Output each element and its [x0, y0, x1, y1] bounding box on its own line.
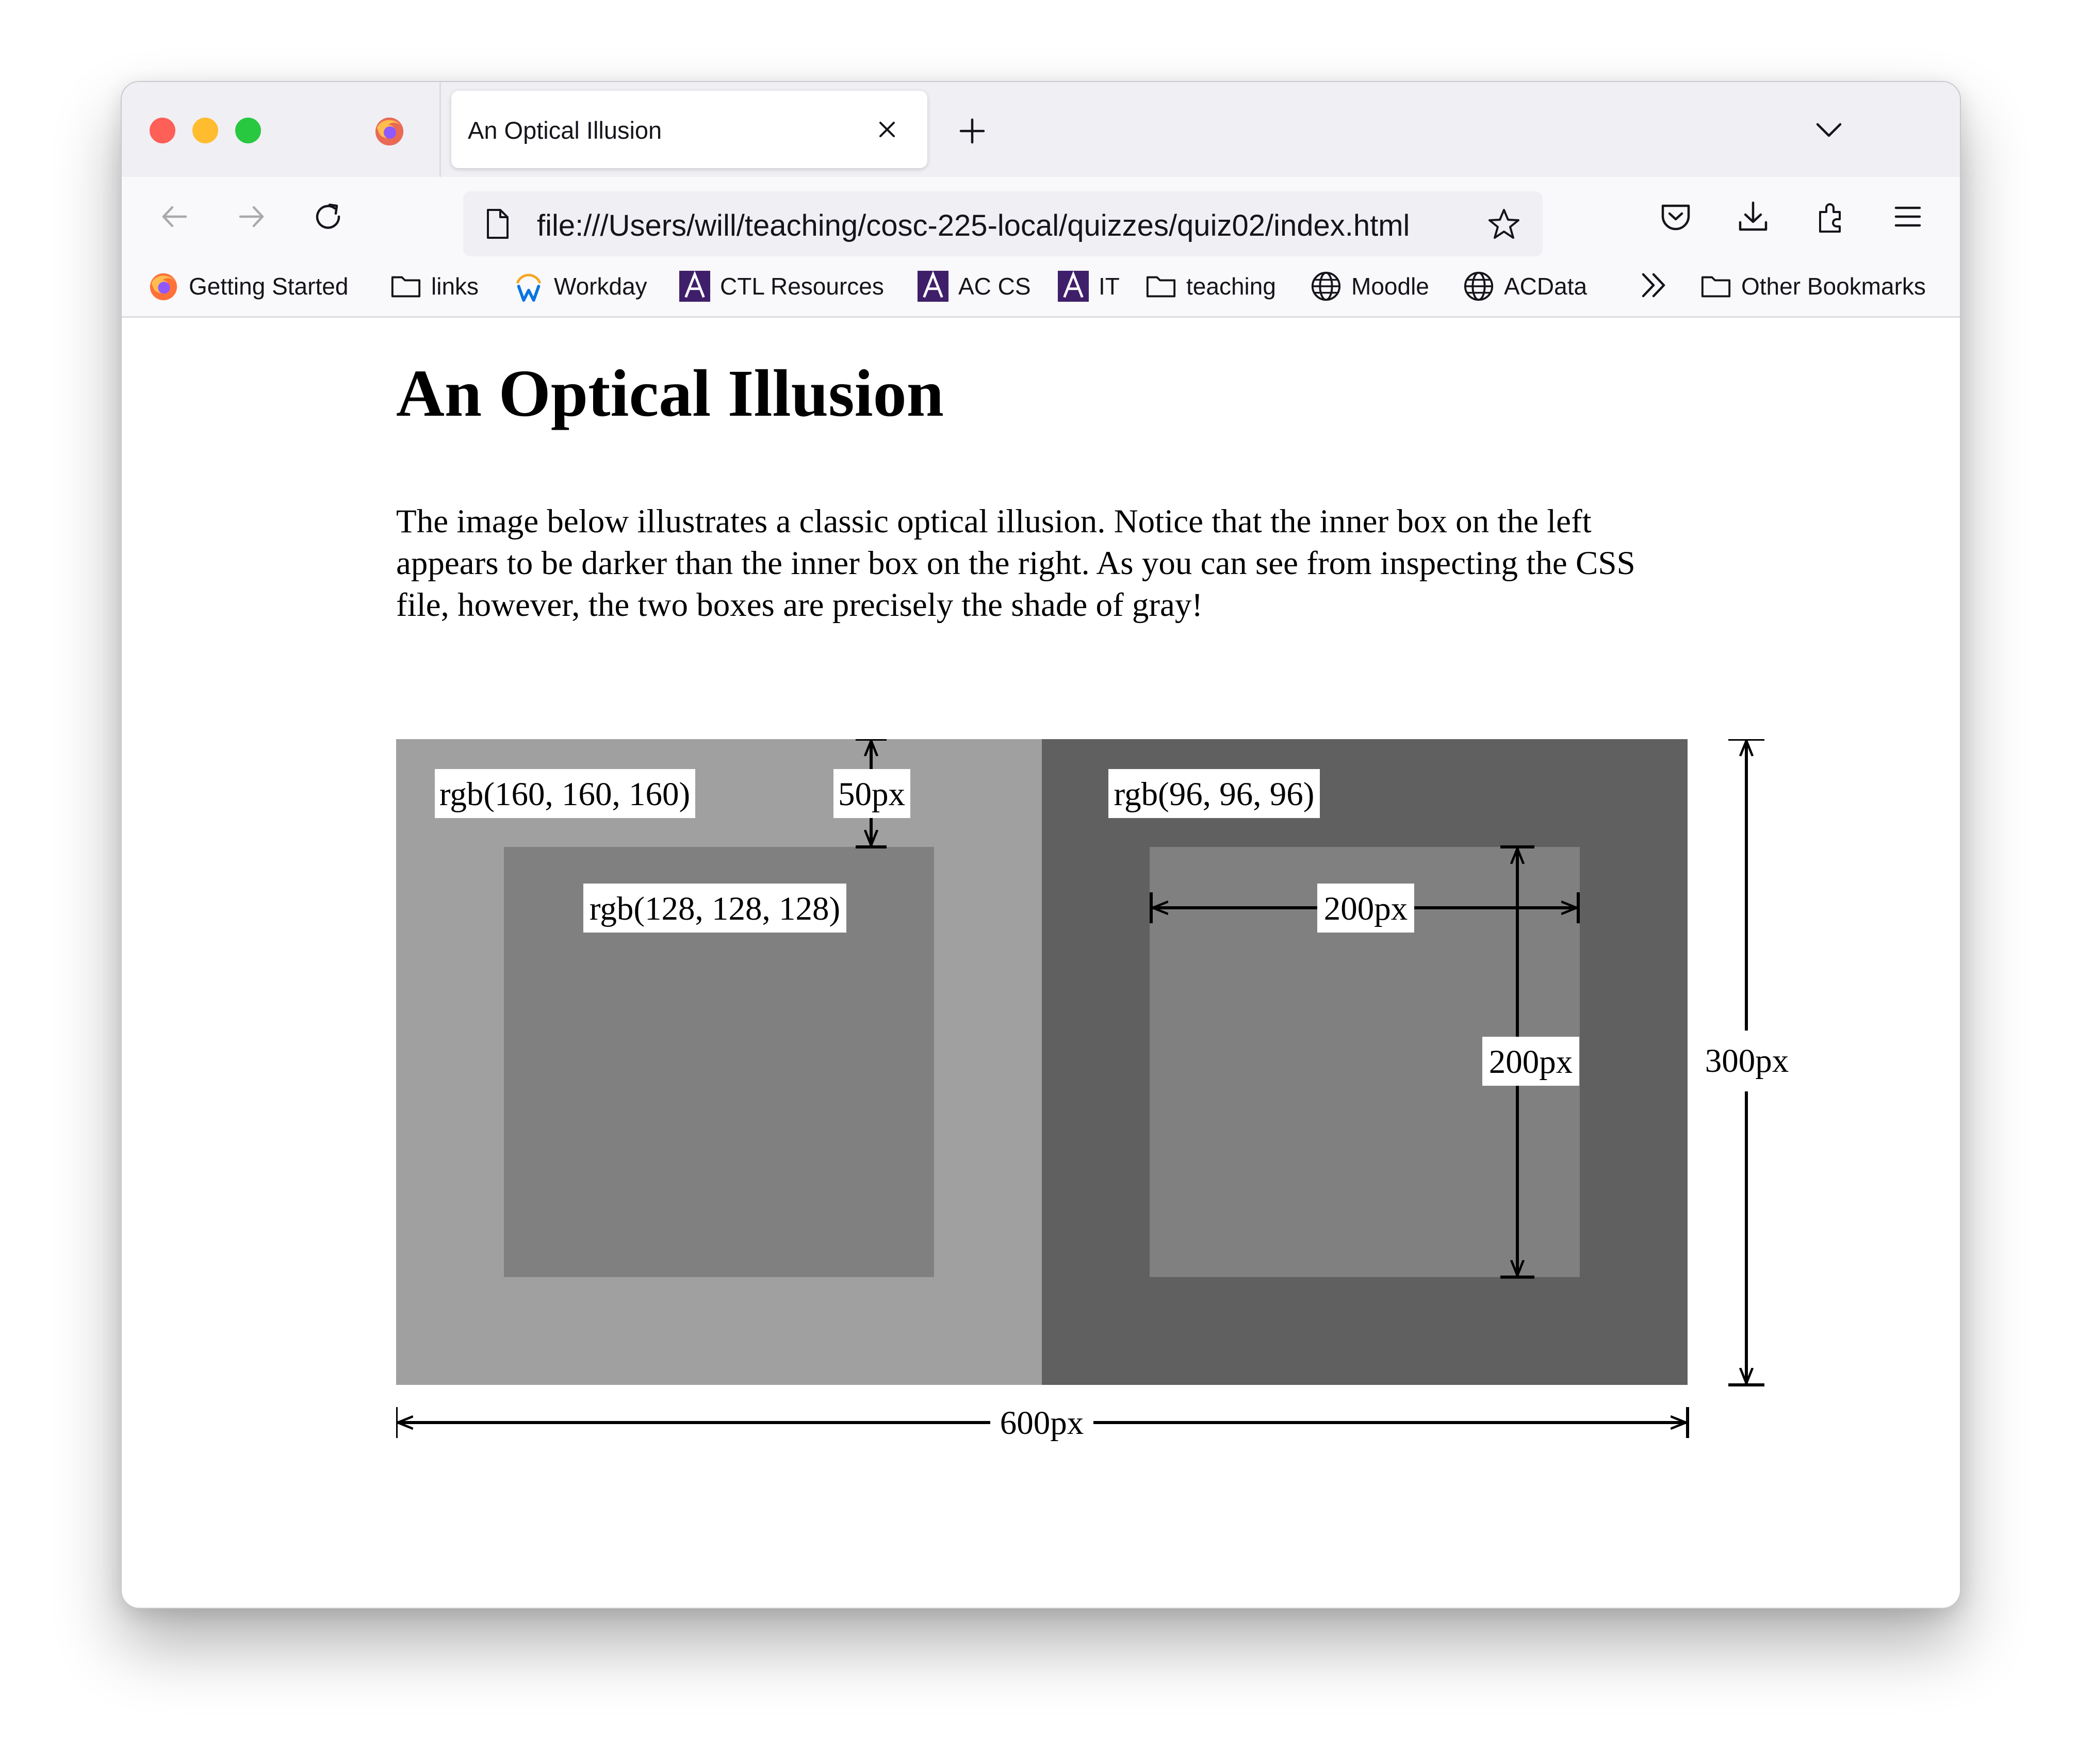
close-tab-icon[interactable] — [874, 117, 900, 142]
tab-title: An Optical Illusion — [468, 117, 662, 144]
globe-icon — [1464, 271, 1494, 301]
optical-illusion-diagram: 50px rgb(160, 160, 160) rgb(128, 128, 12… — [396, 739, 1789, 1442]
url-bar[interactable]: file:///Users/will/teaching/cosc-225-loc… — [463, 191, 1543, 256]
hamburger-menu-icon[interactable] — [1891, 200, 1925, 234]
bookmark-label: Other Bookmarks — [1741, 273, 1926, 300]
amherst-a-icon — [1057, 270, 1089, 302]
chevrons-right-icon[interactable] — [1637, 267, 1671, 303]
folder-icon — [391, 276, 421, 298]
bookmark-moodle[interactable]: Moodle — [1310, 268, 1429, 304]
bookmark-teaching[interactable]: teaching — [1145, 268, 1276, 304]
total-height-dimension: 300px — [1705, 739, 1789, 1386]
back-arrow-icon[interactable] — [158, 200, 192, 234]
inner-width-label: 200px — [1324, 890, 1408, 927]
tab-divider — [439, 82, 441, 177]
bookmark-label: Moodle — [1351, 273, 1429, 300]
zoom-window-button[interactable] — [235, 118, 261, 143]
bookmark-star-icon[interactable] — [1487, 207, 1521, 241]
margin-label: 50px — [838, 776, 905, 813]
pocket-icon[interactable] — [1659, 200, 1693, 234]
bookmark-label: Getting Started — [189, 273, 349, 300]
bookmark-acdata[interactable]: ACData — [1463, 268, 1587, 304]
bookmark-label: IT — [1099, 273, 1120, 300]
bookmark-label: Workday — [554, 273, 647, 300]
new-tab-icon[interactable] — [957, 116, 988, 146]
firefox-icon — [150, 273, 177, 301]
firefox-icon[interactable] — [373, 115, 406, 148]
forward-arrow-icon[interactable] — [234, 200, 268, 234]
inner-height-label: 200px — [1489, 1043, 1573, 1081]
amherst-a-icon — [917, 270, 949, 302]
total-width-dimension: 600px — [396, 1404, 1689, 1442]
bookmark-other-bookmarks[interactable]: Other Bookmarks — [1700, 268, 1926, 304]
intro-paragraph: The image below illustrates a classic op… — [396, 503, 1635, 624]
bookmark-label: AC CS — [958, 273, 1031, 300]
total-height-label: 300px — [1705, 1042, 1789, 1080]
inner-color-label: rgb(128, 128, 128) — [590, 890, 840, 927]
bookmark-it[interactable]: IT — [1057, 268, 1120, 304]
right-outer-color-label: rgb(96, 96, 96) — [1114, 776, 1315, 813]
left-outer-color-label: rgb(160, 160, 160) — [439, 776, 690, 813]
bookmark-label: links — [431, 273, 479, 300]
close-window-button[interactable] — [150, 118, 175, 143]
bookmark-label: ACData — [1504, 273, 1588, 300]
total-width-label: 600px — [1000, 1404, 1084, 1442]
reload-icon[interactable] — [311, 200, 345, 234]
page-title: An Optical Illusion — [396, 356, 944, 431]
minimize-window-button[interactable] — [192, 118, 218, 143]
folder-icon — [1701, 276, 1731, 298]
tab-bar: An Optical Illusion — [122, 82, 1960, 177]
amherst-a-icon — [679, 270, 711, 302]
tab-active[interactable]: An Optical Illusion — [451, 91, 927, 168]
url-text[interactable]: file:///Users/will/teaching/cosc-225-loc… — [537, 208, 1410, 243]
bookmark-label: CTL Resources — [720, 273, 884, 300]
page-content: An Optical Illusion The image below illu… — [122, 318, 1960, 1608]
bookmark-getting-started[interactable]: Getting Started — [148, 268, 348, 304]
bookmark-ctl-resources[interactable]: CTL Resources — [679, 268, 884, 304]
bookmark-links[interactable]: links — [390, 268, 479, 304]
bookmark-workday[interactable]: Workday — [513, 268, 647, 304]
download-icon[interactable] — [1736, 200, 1770, 234]
globe-icon — [1311, 271, 1341, 301]
extensions-icon[interactable] — [1814, 200, 1848, 234]
navigation-toolbar: file:///Users/will/teaching/cosc-225-loc… — [122, 177, 1960, 257]
workday-icon — [516, 273, 541, 302]
folder-icon — [1146, 276, 1176, 298]
bookmark-label: teaching — [1186, 273, 1276, 300]
bookmarks-toolbar: Getting Started links Workday CTL Resour… — [122, 257, 1960, 318]
browser-window: An Optical Illusion file:///Users/will/t… — [121, 81, 1961, 1609]
page-icon — [487, 209, 509, 239]
bookmark-ac-cs[interactable]: AC CS — [917, 268, 1031, 304]
chevron-down-icon[interactable] — [1813, 117, 1844, 143]
